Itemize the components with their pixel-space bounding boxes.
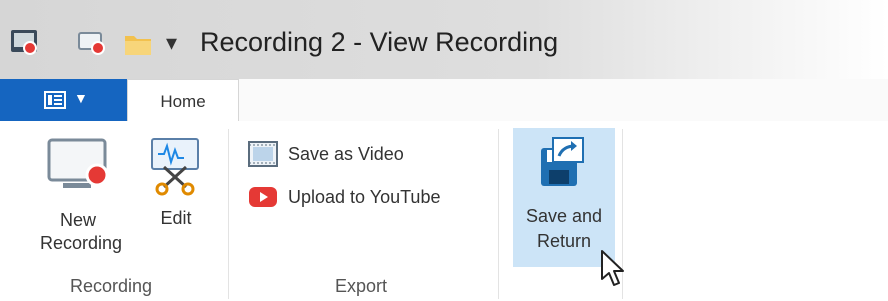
film-icon — [248, 141, 278, 167]
chevron-down-icon: ▼ — [74, 90, 88, 106]
edit-scissors-icon — [151, 138, 199, 196]
menu-list-icon — [44, 91, 66, 109]
new-recording-label-1: New — [59, 210, 96, 230]
title-bar: ▾ Recording 2 - View Recording — [0, 0, 888, 79]
ribbon-tabs: ▼ Home — [0, 79, 888, 122]
quick-access-customize-button[interactable]: ▾ — [166, 30, 177, 56]
save-as-video-label: Save as Video — [288, 143, 404, 164]
save-and-return-button[interactable]: Save and Return — [513, 128, 615, 267]
group-label-export: Export — [335, 276, 388, 296]
new-recording-button[interactable]: New Recording — [40, 137, 123, 255]
mouse-pointer-icon — [601, 250, 624, 286]
group-divider — [498, 129, 499, 299]
ribbon-home: New Recording Edit Recording Save as Vid… — [0, 121, 888, 301]
open-folder-icon[interactable] — [124, 31, 154, 57]
app-menu-button[interactable]: ▼ — [0, 79, 127, 121]
new-recording-label-2: Recording — [40, 233, 123, 253]
save-and-return-label-1: Save and — [525, 206, 603, 226]
upload-youtube-button[interactable]: Upload to YouTube — [248, 182, 440, 212]
window-title: Recording 2 - View Recording — [200, 27, 559, 57]
tab-home[interactable]: Home — [127, 79, 239, 122]
save-as-video-button[interactable]: Save as Video — [248, 139, 404, 169]
youtube-icon — [249, 187, 277, 207]
edit-button[interactable]: Edit — [146, 137, 206, 230]
quick-record-icon[interactable] — [78, 32, 108, 56]
group-label-recording: Recording — [70, 276, 153, 296]
new-recording-icon — [47, 138, 109, 188]
app-icon[interactable] — [10, 28, 40, 58]
upload-youtube-label: Upload to YouTube — [288, 186, 441, 207]
save-return-icon — [541, 137, 584, 186]
group-divider — [228, 129, 229, 299]
edit-label: Edit — [160, 208, 192, 228]
